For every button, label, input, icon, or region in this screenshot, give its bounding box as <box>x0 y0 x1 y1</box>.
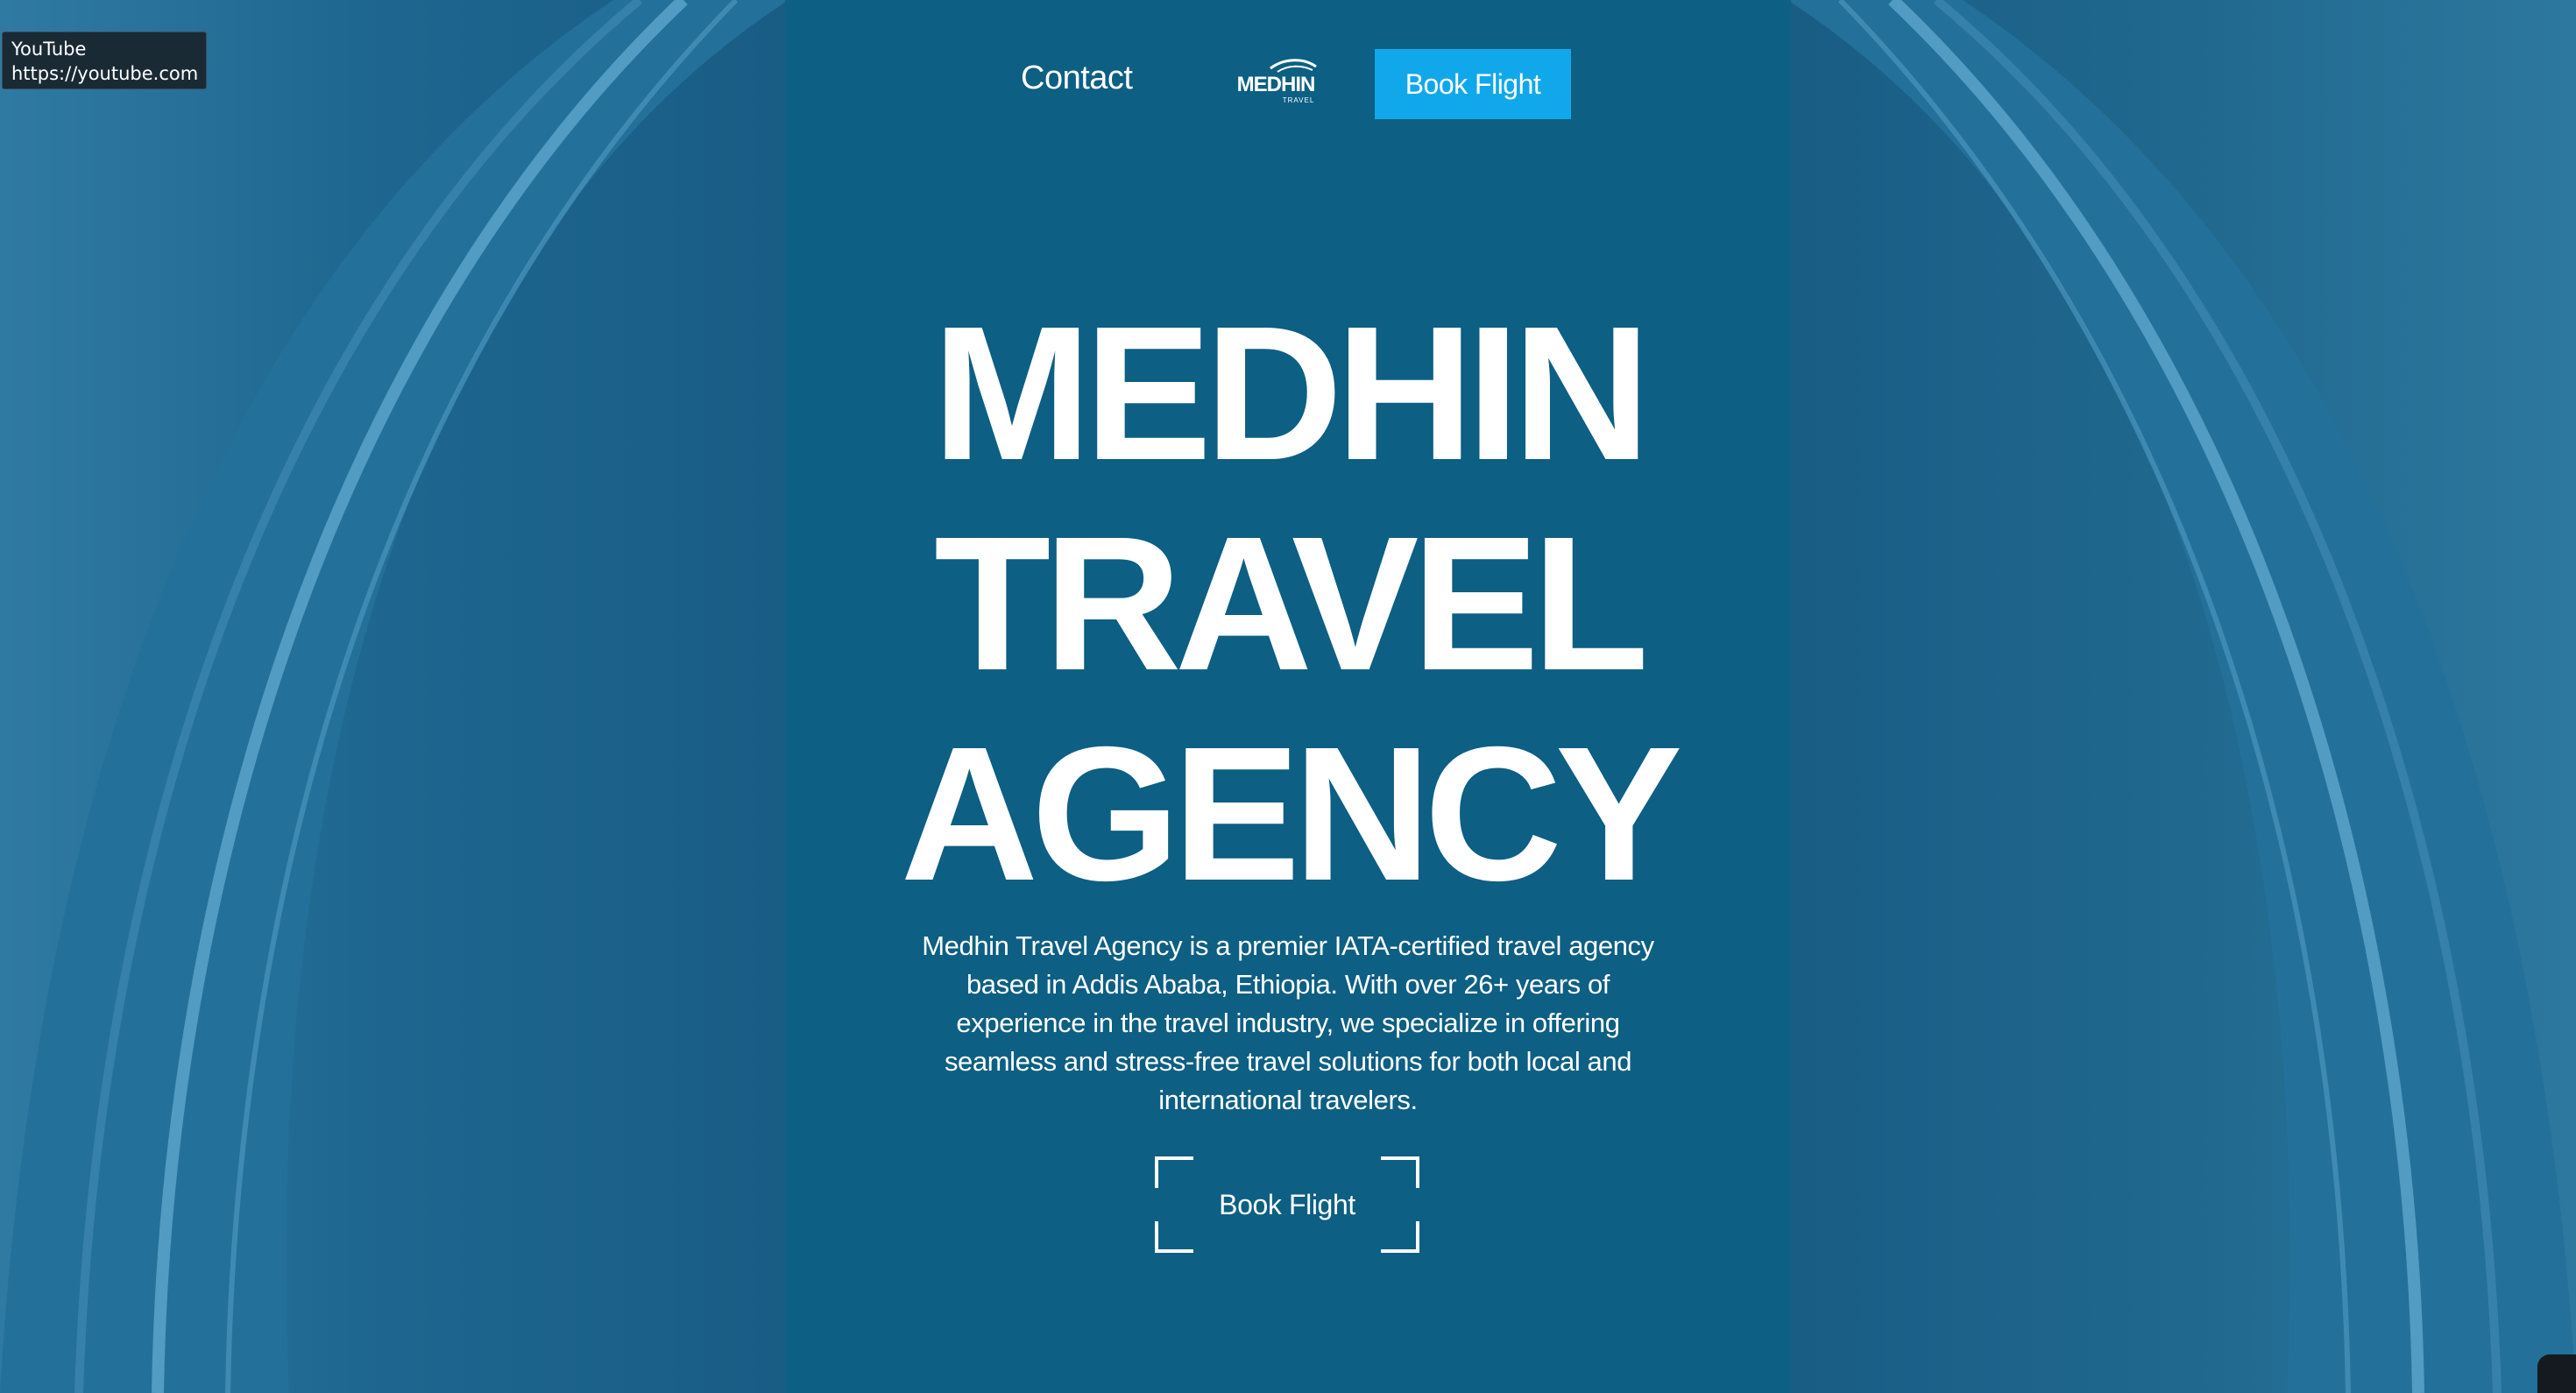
tooltip-title: YouTube <box>11 39 87 60</box>
hero-title: MEDHIN TRAVEL AGENCY <box>785 289 1791 920</box>
bracket-corner-bottom-left <box>1155 1221 1193 1253</box>
logo-subtext: TRAVEL <box>1283 96 1315 104</box>
cta-label: Book Flight <box>1219 1188 1355 1220</box>
bracket-corner-top-left <box>1155 1156 1193 1188</box>
hero-title-line-2: TRAVEL <box>934 498 1649 711</box>
book-flight-nav-button[interactable]: Book Flight <box>1375 49 1571 119</box>
bracket-corner-bottom-right <box>1381 1221 1419 1253</box>
hero-description: Medhin Travel Agency is a premier IATA-c… <box>922 930 1654 1115</box>
logo-text: MEDHIN <box>1237 73 1315 96</box>
nav-contact-link[interactable]: Contact <box>1021 60 1133 97</box>
brand-logo[interactable]: MEDHIN TRAVEL <box>1232 56 1320 105</box>
hero-title-line-1: MEDHIN <box>932 287 1651 500</box>
hero-section: YouTube https://youtube.com Contact MEDH… <box>0 0 2576 1393</box>
bracket-corner-top-right <box>1381 1156 1419 1188</box>
logo-mark: MEDHIN TRAVEL <box>1237 59 1317 104</box>
floating-widget-handle[interactable] <box>2537 1354 2576 1393</box>
book-flight-cta-button[interactable]: Book Flight <box>1155 1156 1419 1253</box>
tooltip-url: https://youtube.com <box>11 63 199 84</box>
hero-title-line-3: AGENCY <box>900 708 1683 921</box>
link-tooltip: YouTube https://youtube.com <box>2 32 207 89</box>
